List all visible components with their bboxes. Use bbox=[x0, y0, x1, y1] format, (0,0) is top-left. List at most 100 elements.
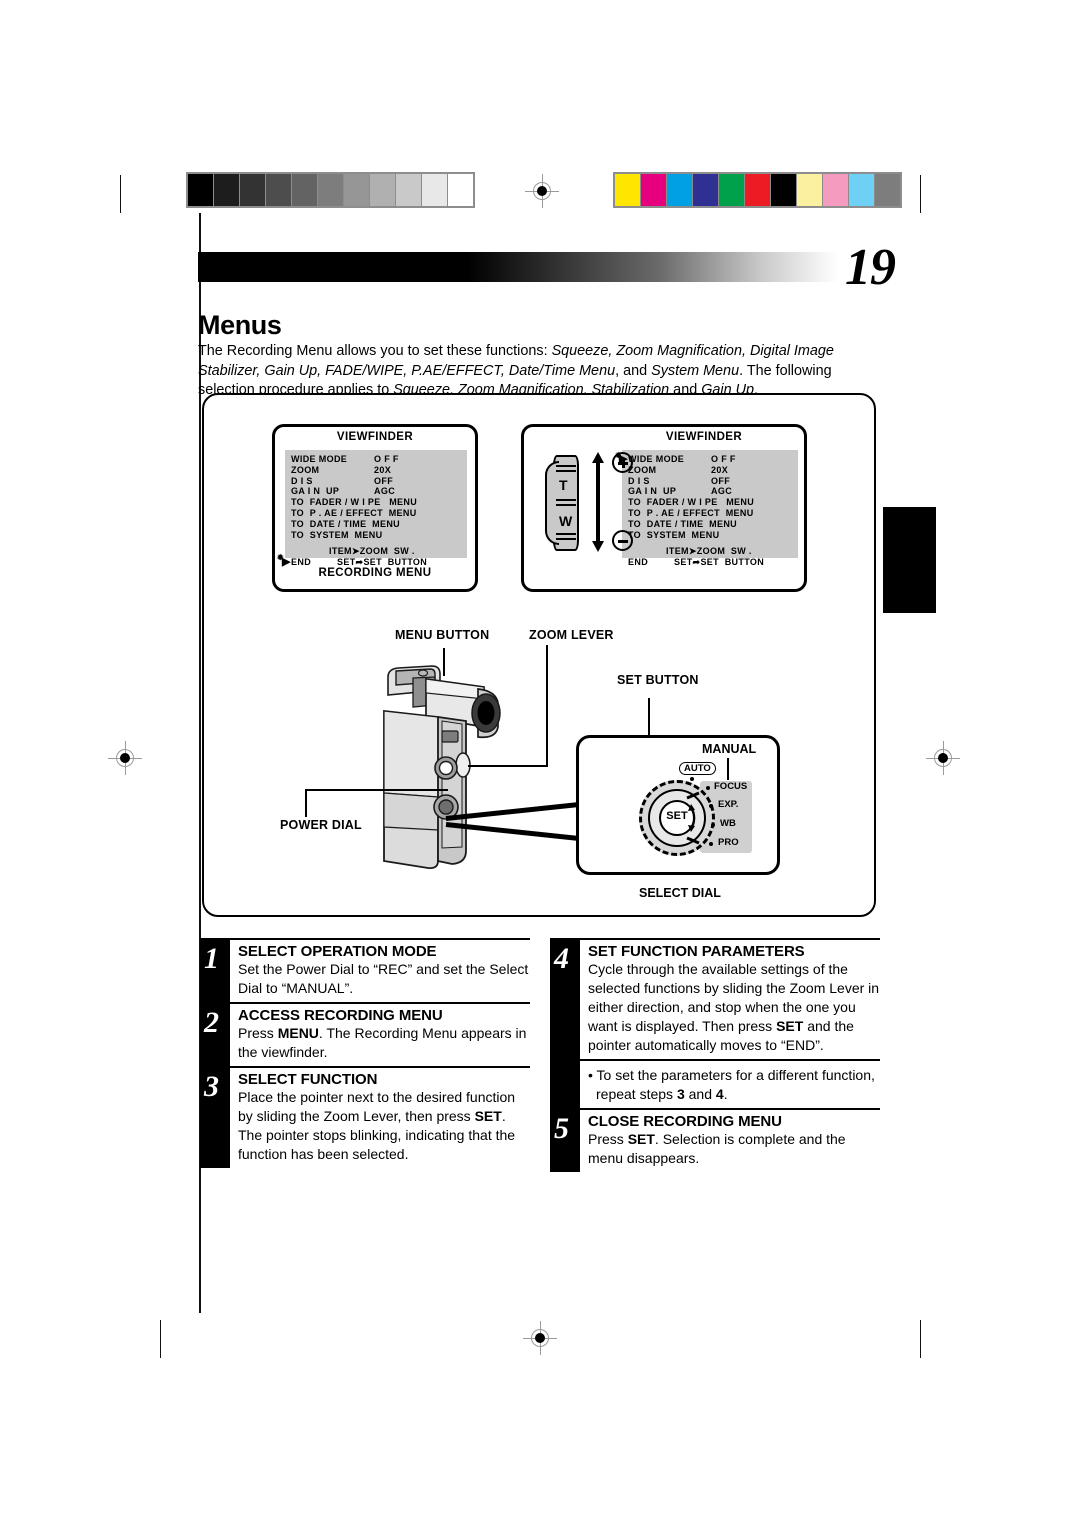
callout-select-dial: SELECT DIAL bbox=[639, 886, 721, 900]
step-number: 1 bbox=[204, 942, 219, 975]
viewfinder-menu-row[interactable]: TO FADER / W I PE MENU bbox=[291, 497, 467, 508]
calibration-swatch bbox=[266, 174, 291, 206]
calibration-swatch bbox=[771, 174, 796, 206]
viewfinder-end-label[interactable]: END bbox=[291, 557, 311, 567]
viewfinder-menu-label: TO DATE / TIME MENU bbox=[291, 518, 401, 529]
step-title: SELECT OPERATION MODE bbox=[238, 943, 437, 960]
dial-dot-exp bbox=[709, 804, 713, 808]
auto-label: AUTO bbox=[679, 762, 716, 775]
step-number: 4 bbox=[554, 942, 569, 975]
leader-menu-button-v bbox=[443, 648, 446, 676]
callout-menu-button: MENU BUTTON bbox=[395, 628, 490, 642]
crop-line-left bbox=[120, 175, 121, 213]
viewfinder-menu-row[interactable]: GA I N UP AGC bbox=[291, 486, 467, 497]
step-text: To set the parameters for a different fu… bbox=[596, 1067, 875, 1102]
step-title: SELECT FUNCTION bbox=[238, 1071, 378, 1088]
viewfinder-menu-label: TO P . AE / EFFECT MENU bbox=[291, 507, 417, 518]
viewfinder-menu-row[interactable]: TO SYSTEM MENU bbox=[291, 530, 467, 541]
calibration-swatch bbox=[214, 174, 239, 206]
viewfinder-menu-row[interactable]: D I S OFF bbox=[628, 476, 798, 487]
step-number: 5 bbox=[554, 1112, 569, 1145]
viewfinder-menu-row[interactable]: TO DATE / TIME MENU bbox=[628, 519, 798, 530]
leader-zoom-lever-h bbox=[468, 765, 548, 768]
step-text: . bbox=[723, 1086, 728, 1102]
calibration-swatch bbox=[823, 174, 848, 206]
calibration-swatch bbox=[396, 174, 421, 206]
step-number-badge: 5 bbox=[550, 1110, 580, 1172]
registration-mark-right bbox=[926, 741, 960, 775]
dial-dot-pro bbox=[709, 842, 713, 846]
viewfinder-menu-value: AGC bbox=[711, 486, 733, 497]
viewfinder-menu-row[interactable]: WIDE MODEO F F▶✹ bbox=[615, 451, 798, 465]
calibration-swatch bbox=[448, 174, 473, 206]
step-number-badge: 2 bbox=[200, 1004, 230, 1066]
viewfinder-menu-value: AGC bbox=[374, 486, 396, 497]
step-number-badge: 4 bbox=[550, 940, 580, 1059]
viewfinder-menu-label: TO SYSTEM MENU bbox=[628, 529, 720, 540]
intro-paragraph: The Recording Menu allows you to set the… bbox=[198, 342, 888, 400]
viewfinder-menu-row[interactable]: TO SYSTEM MENU bbox=[628, 530, 798, 541]
callout-power-dial: POWER DIAL bbox=[280, 818, 362, 832]
viewfinder-menu-row[interactable]: GA I N UP AGC bbox=[628, 486, 798, 497]
viewfinder-menu-label: WIDE MODE bbox=[291, 454, 348, 464]
viewfinder-menu-row[interactable]: ZOOM 20X bbox=[291, 465, 467, 476]
lever-tele-label: T bbox=[559, 477, 568, 493]
viewfinder-menu-row[interactable]: WIDE MODE O F F bbox=[291, 454, 467, 465]
step-body: Cycle through the available settings of … bbox=[588, 960, 880, 1059]
note-body: • To set the parameters for a different … bbox=[588, 1061, 880, 1108]
lever-direction-arrows bbox=[590, 452, 606, 552]
step-body: Press SET. Selection is complete and the… bbox=[588, 1130, 880, 1172]
callout-zoom-lever: ZOOM LEVER bbox=[529, 628, 614, 642]
viewfinder-menu-row[interactable]: TO DATE / TIME MENU bbox=[291, 519, 467, 530]
viewfinder-menu-label: TO FADER / W I PE MENU bbox=[628, 497, 755, 508]
instruction-step: 1 SELECT OPERATION MODE Set the Power Dial… bbox=[200, 938, 530, 1002]
leader-power-dial-v bbox=[305, 789, 308, 817]
viewfinder-menu-row[interactable]: ZOOM 20X bbox=[628, 465, 798, 476]
reg-dot bbox=[535, 1333, 545, 1343]
step-title: ACCESS RECORDING MENU bbox=[238, 1007, 443, 1024]
viewfinder-footer-set-hint: END SET➦SET BUTTON bbox=[628, 557, 798, 568]
step-title: CLOSE RECORDING MENU bbox=[588, 1113, 782, 1130]
manual-label: MANUAL bbox=[702, 742, 757, 756]
viewfinder-footer-item-hint: ITEM➤ZOOM SW . bbox=[329, 546, 415, 557]
calibration-swatch bbox=[875, 174, 900, 206]
viewfinder-menu-label: TO DATE / TIME MENU bbox=[628, 518, 738, 529]
viewfinder-menu-value: O F F bbox=[374, 454, 399, 464]
step-title: SET FUNCTION PARAMETERS bbox=[588, 943, 805, 960]
viewfinder-end-label[interactable]: END bbox=[628, 557, 648, 567]
auto-position-dot bbox=[690, 777, 694, 781]
viewfinder-menu-value: O F F bbox=[711, 454, 736, 464]
viewfinder-menu-row[interactable]: D I S OFF bbox=[291, 476, 467, 487]
step-emphasis: SET bbox=[474, 1108, 502, 1124]
instruction-step: 2 ACCESS RECORDING MENU Press MENU. The Re… bbox=[200, 1002, 530, 1066]
step-emphasis: SET bbox=[776, 1018, 804, 1034]
viewfinder-menu-row[interactable]: TO P . AE / EFFECT MENU bbox=[628, 508, 798, 519]
intro-text: The Recording Menu allows you to set the… bbox=[198, 343, 552, 360]
page-number: 19 bbox=[845, 239, 896, 296]
calibration-swatch bbox=[318, 174, 343, 206]
step-body: Place the pointer next to the desired fu… bbox=[238, 1088, 530, 1168]
instruction-note: • To set the parameters for a different … bbox=[550, 1059, 880, 1108]
lever-ridge bbox=[556, 465, 576, 467]
viewfinder-menu-value: 20X bbox=[374, 464, 392, 475]
step-number: 2 bbox=[204, 1006, 219, 1039]
viewfinder-2-screen: WIDE MODEO F F▶✹ZOOM20XD I SOFFGA I N UP… bbox=[615, 450, 798, 567]
dial-dot-focus bbox=[706, 786, 710, 790]
page-title: Menus bbox=[198, 310, 282, 341]
calibration-swatch bbox=[240, 174, 265, 206]
blink-spark-icon: ✹ bbox=[277, 553, 285, 563]
calibration-swatch bbox=[667, 174, 692, 206]
note-bullet-icon: • bbox=[588, 1067, 597, 1083]
crop-line-left-lower bbox=[160, 1320, 161, 1358]
viewfinder-menu-label: TO FADER / W I PE MENU bbox=[291, 497, 418, 508]
dial-option-focus: FOCUS bbox=[714, 781, 748, 792]
grayscale-calibration-strip bbox=[186, 172, 475, 208]
steps-column-left: 1 SELECT OPERATION MODE Set the Power Dial… bbox=[200, 938, 530, 1168]
double-arrow-icon bbox=[592, 452, 604, 552]
instruction-step: 5 CLOSE RECORDING MENU Press SET. Selectio… bbox=[550, 1108, 880, 1172]
viewfinder-menu-row[interactable]: TO FADER / W I PE MENU bbox=[628, 497, 798, 508]
intro-emphasis: System Menu bbox=[651, 362, 740, 379]
viewfinder-menu-row[interactable]: TO P . AE / EFFECT MENU bbox=[291, 508, 467, 519]
registration-mark-left bbox=[108, 741, 142, 775]
viewfinder-1-title: VIEWFINDER bbox=[336, 431, 414, 443]
